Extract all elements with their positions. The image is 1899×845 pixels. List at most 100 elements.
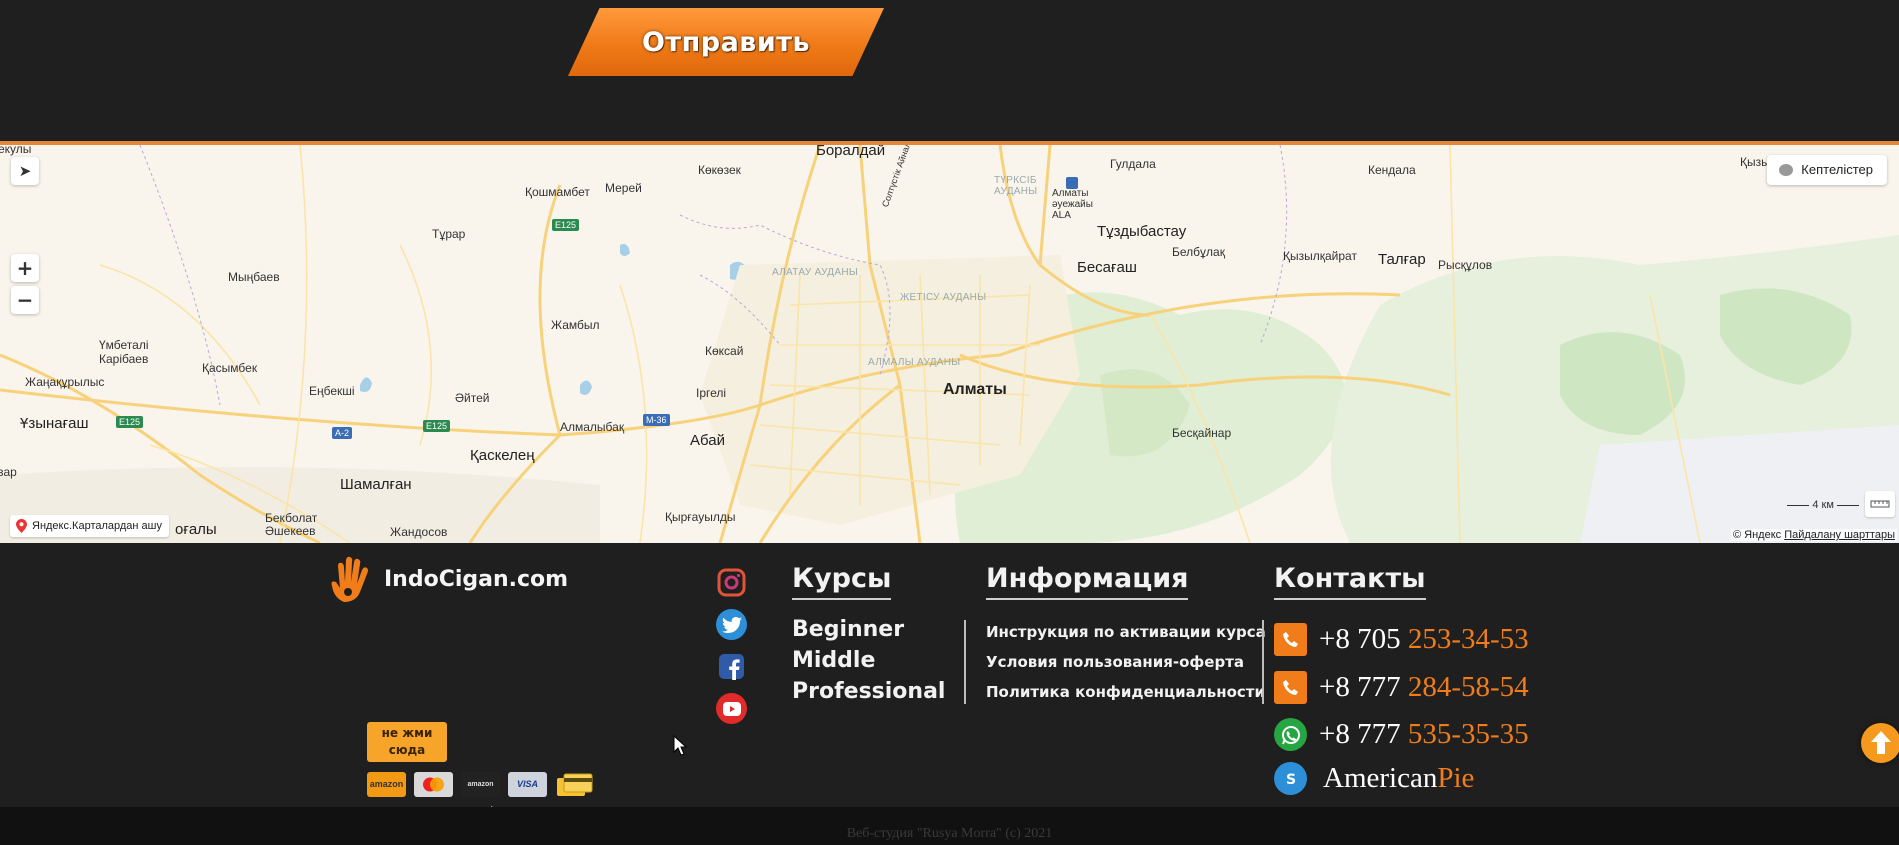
instagram-link[interactable]	[716, 567, 747, 598]
geolocation-button[interactable]: ➤	[11, 157, 39, 185]
map-pin-icon	[16, 519, 27, 533]
courses-title: Курсы	[792, 563, 892, 600]
map-label: Бекболат	[265, 511, 318, 525]
map-label: Бесағаш	[1077, 259, 1137, 276]
map-label: Гулдала	[1110, 157, 1156, 171]
map-label: Жандосов	[390, 525, 448, 539]
map-label: Әйтей	[455, 391, 490, 405]
phone-number: +8 777 284-58-54	[1319, 671, 1529, 703]
facebook-link[interactable]	[716, 651, 747, 682]
info-title: Информация	[986, 563, 1189, 600]
contact-phone-2[interactable]: +8 777 284-58-54	[1274, 671, 1529, 704]
map-label: Абай	[690, 432, 725, 449]
twitter-icon	[721, 616, 742, 633]
map-label-almaty: Алматы	[943, 381, 1007, 398]
svg-text:S: S	[1285, 772, 1295, 788]
yandex-map[interactable]: Боралдай Қошмамбет Мерей Көкөзек Гулдала…	[0, 145, 1899, 543]
map-label: Тұздыбастау	[1097, 223, 1187, 240]
map-label: Тұрар	[432, 227, 466, 241]
course-link-professional[interactable]: Professional	[792, 676, 945, 707]
open-in-yandex-maps-link[interactable]: Яндекс.Карталардан ашу	[10, 515, 169, 537]
phone-icon	[1274, 623, 1307, 656]
road-sign: A-2	[332, 427, 353, 439]
payment-methods: amazon amazon payments VISA	[367, 772, 594, 813]
map-label: Іргелі	[696, 386, 727, 400]
twitter-link[interactable]	[716, 609, 747, 640]
terms-of-use-link[interactable]: Пайдалану шарттары	[1784, 529, 1895, 541]
map-label: Әшекеев	[265, 524, 316, 538]
contact-form-section: Отправить	[0, 0, 1899, 143]
course-link-beginner[interactable]: Beginner	[792, 614, 945, 645]
map-label: Кендала	[1368, 163, 1416, 177]
map-label: Көксай	[705, 344, 744, 358]
brand-logo[interactable]: IndoCigan.com	[326, 555, 568, 603]
copyright-text: Веб-студия "Rusya Morra" (с) 2021	[846, 826, 1053, 841]
info-list: Инструкция по активации курса Условия по…	[986, 620, 1266, 704]
map-label: Ұзынағаш	[20, 415, 89, 432]
ruler-button[interactable]	[1865, 491, 1895, 517]
map-label: зар	[0, 465, 17, 479]
whatsapp-number: +8 777 535-35-35	[1319, 718, 1529, 750]
map-district-label: ЖЕТІСУ АУДАНЫ	[900, 292, 987, 303]
payment-button-line1: не жми	[381, 726, 433, 740]
road-sign: E125	[423, 420, 451, 432]
zoom-out-button[interactable]: −	[11, 286, 39, 314]
payment-button-line2: сюда	[388, 743, 426, 757]
map-label: Карібаев	[99, 352, 149, 366]
ruler-icon	[1870, 500, 1890, 508]
road-sign: M-36	[643, 414, 670, 426]
visa-icon: VISA	[508, 772, 547, 797]
info-link-terms[interactable]: Условия пользования-оферта	[986, 650, 1266, 674]
instagram-icon	[717, 568, 746, 597]
amazon-payments-icon: amazon payments	[461, 772, 500, 813]
course-link-middle[interactable]: Middle	[792, 645, 945, 676]
map-label: Шамалған	[340, 476, 412, 493]
map-label: Жамбыл	[551, 318, 600, 332]
layers-label: Кептелістер	[1801, 162, 1873, 177]
map-label: Қызылқайрат	[1283, 249, 1357, 263]
submit-button[interactable]: Отправить	[568, 8, 884, 76]
map-label: Қасымбек	[202, 361, 258, 375]
payment-button[interactable]: не жми сюда	[367, 722, 447, 762]
info-link-privacy[interactable]: Политика конфиденциальности	[986, 680, 1266, 704]
phone-number: +8 705 253-34-53	[1319, 623, 1529, 655]
map-label: Мыңбаев	[228, 270, 280, 284]
map-label: екулы	[0, 145, 32, 156]
scale-label: 4 км	[1812, 499, 1834, 511]
map-label: Қошмамбет	[525, 185, 590, 199]
contact-whatsapp[interactable]: +8 777 535-35-35	[1274, 718, 1529, 751]
social-links	[716, 567, 747, 724]
info-divider	[1262, 620, 1264, 704]
map-label: Қаскелең	[470, 447, 535, 464]
map-label: Белбұлақ	[1172, 245, 1225, 259]
map-label: Боралдай	[816, 145, 886, 159]
map-label: Жаңақұрылыс	[25, 375, 105, 389]
mouse-cursor-icon	[673, 735, 687, 756]
contact-phone-1[interactable]: +8 705 253-34-53	[1274, 623, 1529, 656]
map-label: Талғар	[1378, 251, 1426, 268]
footer	[0, 543, 1899, 807]
map-label: Көкөзек	[698, 163, 741, 177]
zoom-in-button[interactable]: +	[11, 254, 39, 282]
layers-button[interactable]: Кептелістер	[1767, 155, 1887, 185]
mastercard-icon	[414, 772, 453, 797]
map-district-label: ТҮРКСІБ АУДАНЫ	[994, 175, 1038, 197]
phone-icon	[1274, 671, 1307, 704]
layers-icon	[1779, 164, 1794, 176]
yandex-copyright-text: © Яндекс	[1732, 529, 1782, 541]
contact-skype[interactable]: S AmericanPie	[1274, 762, 1474, 795]
road-sign: E125	[552, 219, 580, 231]
scroll-to-top-button[interactable]	[1861, 723, 1899, 763]
skype-icon: S	[1274, 762, 1307, 795]
youtube-link[interactable]	[716, 693, 747, 724]
courses-divider	[964, 620, 966, 704]
info-link-activation[interactable]: Инструкция по активации курса	[986, 620, 1266, 644]
map-label: оғалы	[175, 521, 217, 538]
map-label: Бесқайнар	[1172, 426, 1232, 440]
airport-icon	[1066, 177, 1078, 189]
map-label-airport: Алматы әуежайы ALA	[1052, 188, 1093, 221]
map-copyright: © Яндекс Пайдалану шарттары	[1730, 529, 1897, 541]
brand-name: IndoCigan.com	[384, 566, 569, 592]
map-scale: 4 км	[1787, 499, 1859, 511]
road-sign: E125	[116, 416, 144, 428]
